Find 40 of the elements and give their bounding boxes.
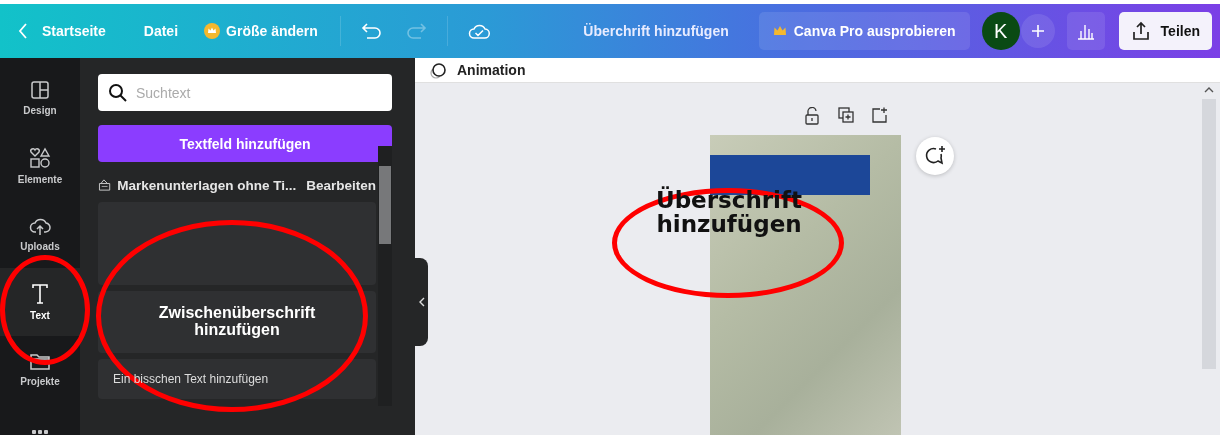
search-field[interactable]: Suchtext [98,74,392,111]
comment-plus-icon [924,145,946,167]
chevron-left-icon [418,297,425,307]
duplicate-icon[interactable] [837,107,854,123]
add-page-icon[interactable] [871,107,888,123]
cloud-upload-icon [29,216,51,236]
chevron-left-icon [18,23,28,39]
add-textbox-button[interactable]: Textfeld hinzufügen [98,125,392,162]
chevron-up-icon [1204,87,1214,93]
text-style-card[interactable] [98,202,376,285]
layout-icon [30,80,50,100]
redo-icon [404,22,427,40]
share-button[interactable]: Teilen [1118,12,1212,50]
crown-icon [204,23,221,39]
brand-kit-icon [98,176,112,194]
collapse-panel-handle[interactable] [415,258,428,346]
crown-icon [772,25,787,37]
brand-kit-title: Markenunterlagen ohne Ti... [117,177,297,193]
body-text-style[interactable]: Ein bisschen Text hinzufügen [98,359,376,399]
plus-icon [1030,24,1045,38]
try-pro-button[interactable]: Canva Pro ausprobieren [758,12,970,50]
text-icon [30,283,50,305]
animation-button[interactable]: Animation [429,60,526,80]
search-icon [108,83,128,103]
upload-icon [1130,21,1151,41]
add-comment-button[interactable] [916,137,954,175]
circles-icon [429,60,449,80]
add-person-button[interactable] [1020,14,1055,48]
user-avatar[interactable]: K [981,12,1020,50]
lock-icon[interactable] [803,107,820,125]
insights-button[interactable] [1066,12,1105,50]
bar-chart-icon [1075,22,1096,40]
cloud-check-icon [467,22,490,40]
shapes-icon [29,147,51,169]
sidebar-item[interactable]: Text [0,268,80,336]
folder-icon [29,353,51,371]
edit-link[interactable]: Bearbeiten [306,177,376,193]
undo-icon [360,22,383,40]
scrollbar[interactable] [378,146,392,406]
subheading-style[interactable]: Zwischenüberschrift hinzufügen [98,291,376,353]
